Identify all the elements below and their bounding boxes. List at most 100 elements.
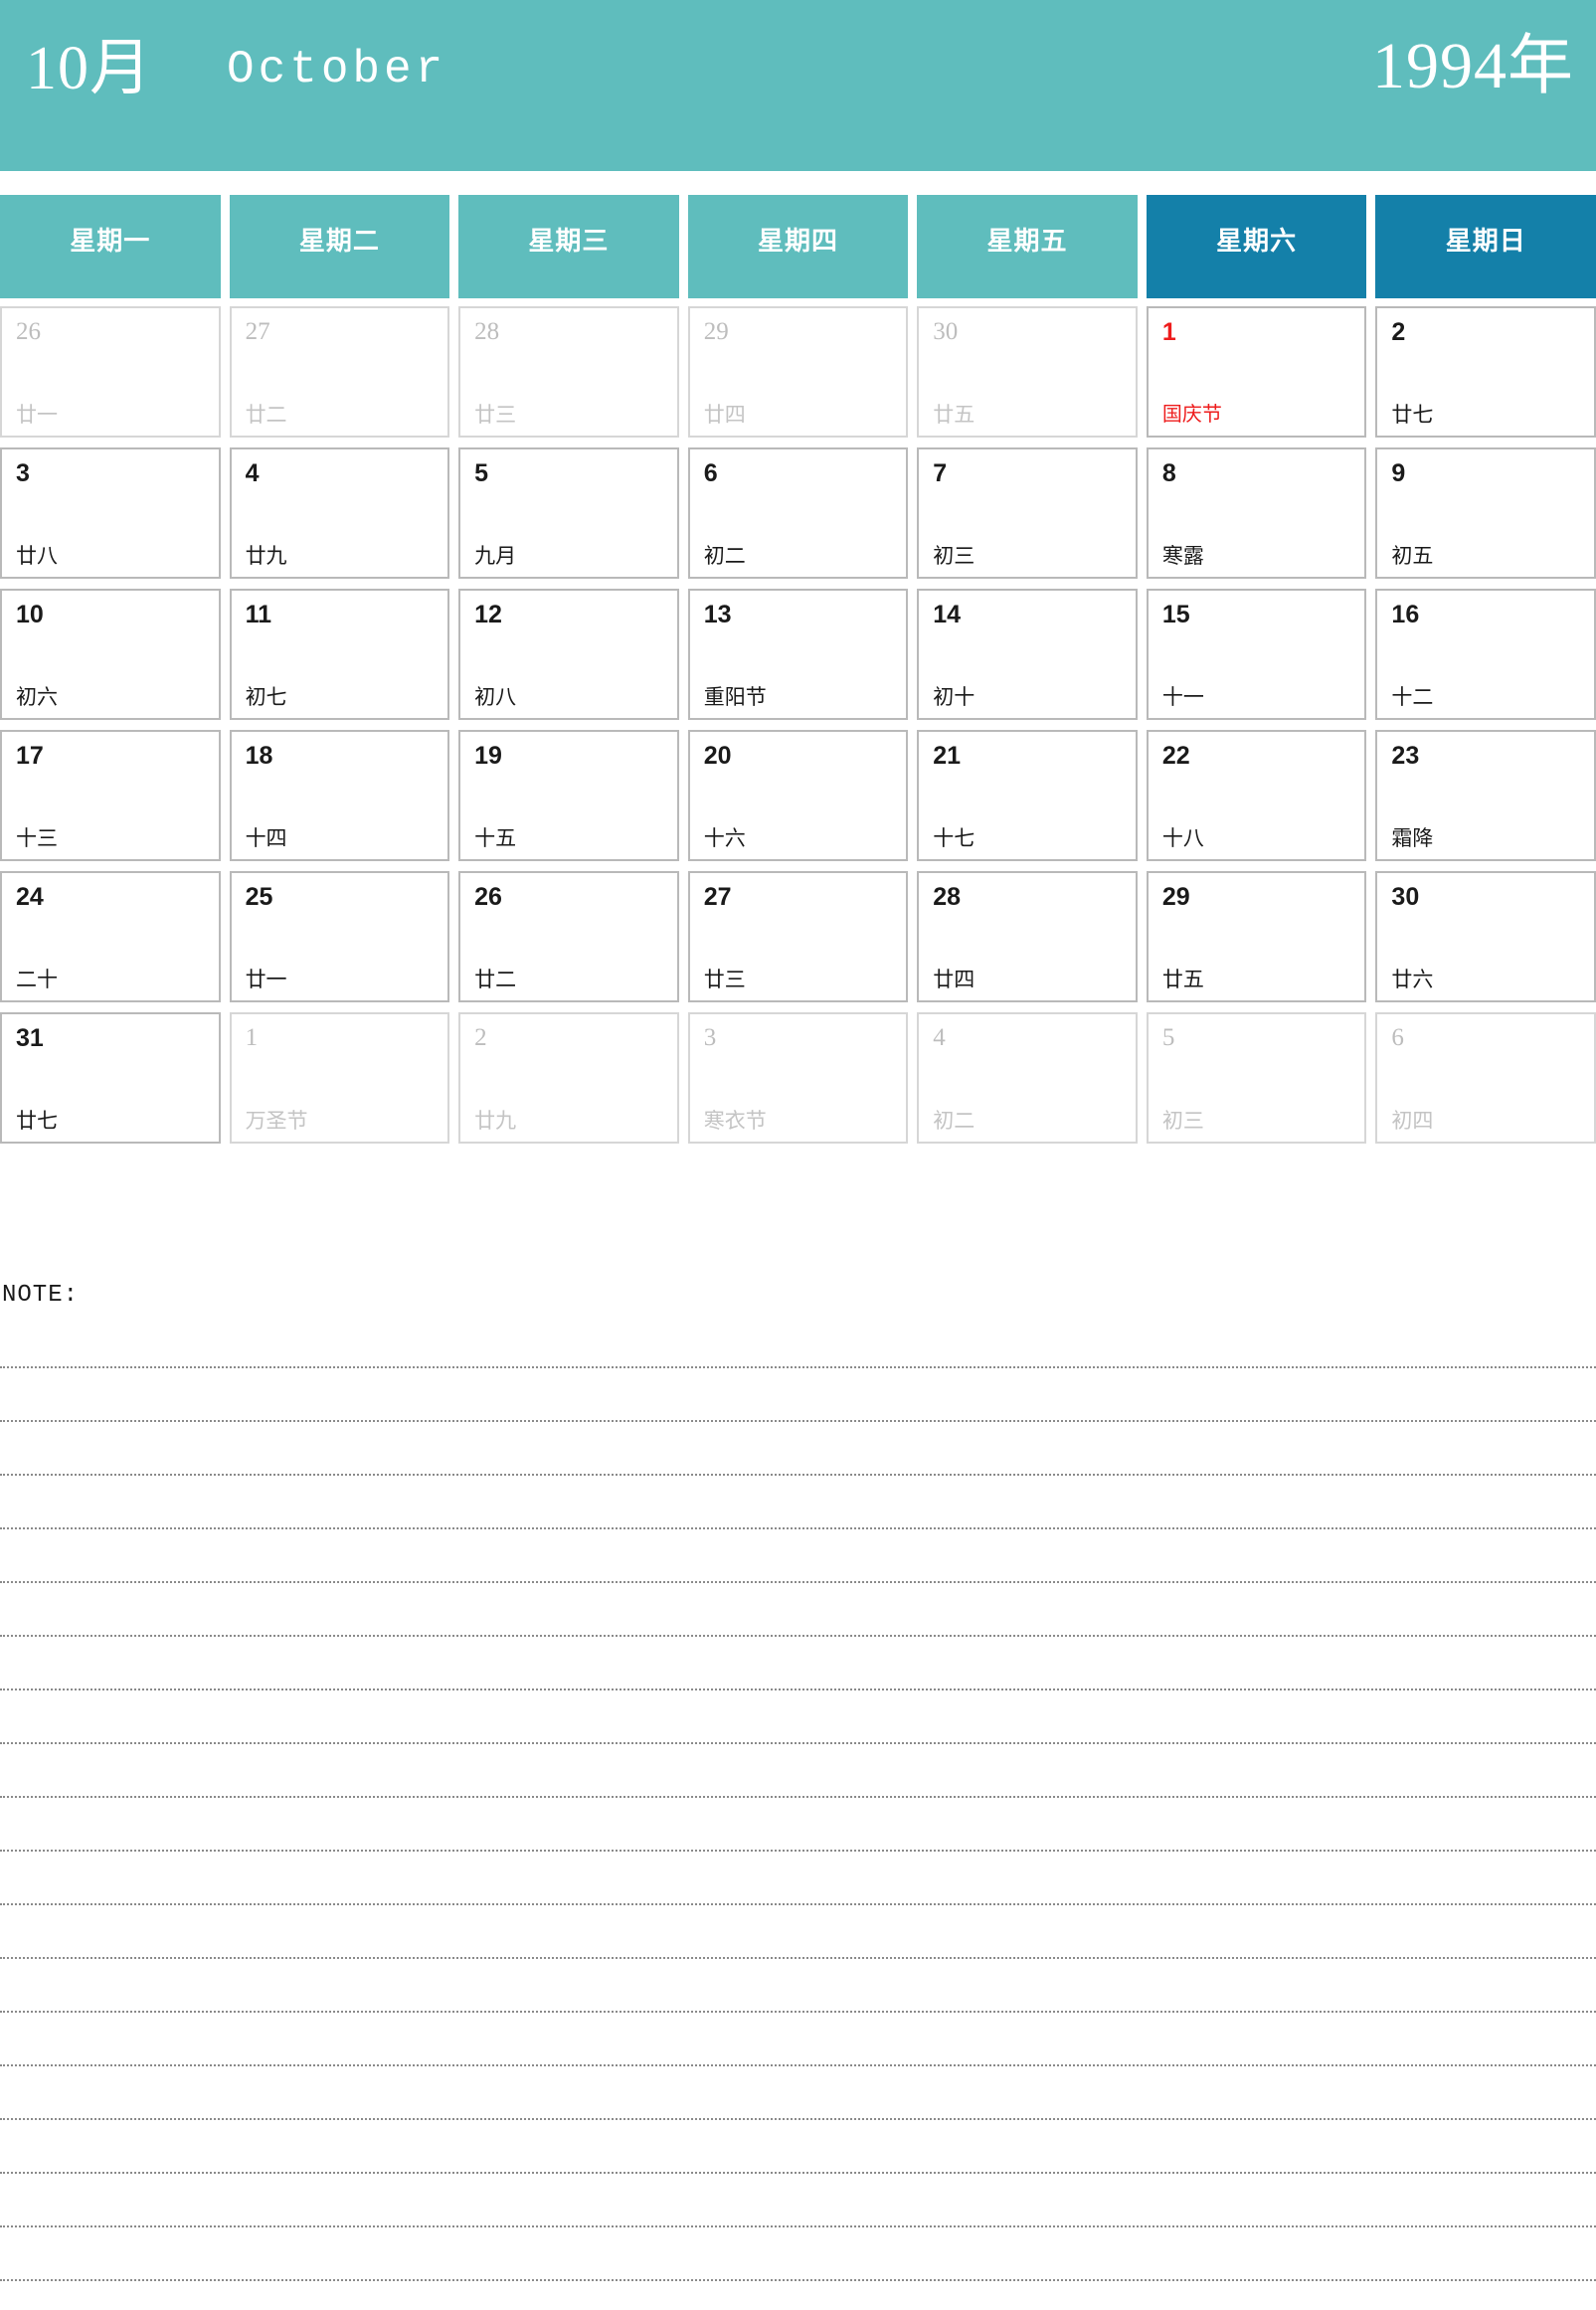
note-line[interactable] xyxy=(0,1905,1596,1959)
day-cell[interactable]: 6 初四 xyxy=(1375,1012,1596,1144)
day-number: 1 xyxy=(1161,318,1176,346)
day-lunar-label: 廿七 xyxy=(16,1109,58,1133)
day-number: 23 xyxy=(1391,742,1420,770)
day-cell[interactable]: 8 寒露 xyxy=(1146,447,1367,579)
note-line[interactable] xyxy=(0,2066,1596,2120)
note-line[interactable] xyxy=(0,2174,1596,2227)
day-lunar-label: 廿九 xyxy=(245,544,287,568)
note-line[interactable] xyxy=(0,1368,1596,1422)
day-lunar-label: 初七 xyxy=(245,685,287,709)
day-lunar-label: 廿三 xyxy=(474,403,517,427)
day-cell[interactable]: 9 初五 xyxy=(1375,447,1596,579)
note-lines[interactable] xyxy=(0,1315,1596,2310)
weekday-header-5: 星期五 xyxy=(917,195,1138,298)
day-number: 25 xyxy=(245,883,273,911)
day-cell[interactable]: 21 十七 xyxy=(917,730,1138,861)
day-lunar-label: 廿二 xyxy=(474,968,517,991)
note-line[interactable] xyxy=(0,2227,1596,2281)
day-number: 2 xyxy=(474,1024,487,1051)
day-number: 15 xyxy=(1161,601,1190,628)
day-cell[interactable]: 22 十八 xyxy=(1146,730,1367,861)
note-line[interactable] xyxy=(0,2281,1596,2310)
note-line[interactable] xyxy=(0,1315,1596,1368)
note-line[interactable] xyxy=(0,1852,1596,1905)
day-cell[interactable]: 5 九月 xyxy=(458,447,679,579)
weekday-header-7: 星期日 xyxy=(1375,195,1596,298)
day-cell[interactable]: 17 十三 xyxy=(0,730,221,861)
note-line[interactable] xyxy=(0,1583,1596,1637)
day-number: 26 xyxy=(16,318,41,345)
day-number: 27 xyxy=(245,318,270,345)
day-cell[interactable]: 28 廿四 xyxy=(917,871,1138,1002)
header-month-cn: 10月 xyxy=(26,35,153,102)
day-cell[interactable]: 27 廿三 xyxy=(687,871,909,1002)
day-cell[interactable]: 24 二十 xyxy=(0,871,221,1002)
day-cell[interactable]: 25 廿一 xyxy=(229,871,450,1002)
day-cell[interactable]: 30 廿五 xyxy=(917,306,1138,438)
day-cell[interactable]: 2 廿九 xyxy=(458,1012,679,1144)
day-lunar-label: 初三 xyxy=(933,544,975,568)
day-cell[interactable]: 27 廿二 xyxy=(229,306,450,438)
note-line[interactable] xyxy=(0,1959,1596,2013)
day-number: 10 xyxy=(16,601,44,628)
day-lunar-label: 廿七 xyxy=(1391,403,1434,427)
day-cell[interactable]: 10 初六 xyxy=(0,589,221,720)
day-cell[interactable]: 4 廿九 xyxy=(229,447,450,579)
day-cell[interactable]: 4 初二 xyxy=(917,1012,1138,1144)
day-number: 3 xyxy=(703,1024,717,1051)
day-cell[interactable]: 16 十二 xyxy=(1375,589,1596,720)
day-lunar-label: 十三 xyxy=(16,826,58,850)
note-line[interactable] xyxy=(0,1637,1596,1690)
day-cell[interactable]: 7 初三 xyxy=(917,447,1138,579)
day-cell[interactable]: 28 廿三 xyxy=(458,306,679,438)
day-cell[interactable]: 13 重阳节 xyxy=(687,589,909,720)
day-cell[interactable]: 29 廿五 xyxy=(1146,871,1367,1002)
day-cell[interactable]: 12 初八 xyxy=(458,589,679,720)
day-number: 6 xyxy=(703,459,718,487)
day-lunar-label: 初八 xyxy=(474,685,517,709)
day-cell[interactable]: 31 廿七 xyxy=(0,1012,221,1144)
day-number: 3 xyxy=(16,459,30,487)
day-number: 4 xyxy=(933,1024,946,1051)
day-number: 16 xyxy=(1391,601,1420,628)
note-line[interactable] xyxy=(0,1476,1596,1529)
day-cell[interactable]: 20 十六 xyxy=(687,730,909,861)
day-cell[interactable]: 6 初二 xyxy=(687,447,909,579)
day-lunar-label: 廿三 xyxy=(703,968,746,991)
note-line[interactable] xyxy=(0,1422,1596,1476)
day-lunar-label: 初二 xyxy=(703,544,746,568)
day-cell[interactable]: 18 十四 xyxy=(229,730,450,861)
note-line[interactable] xyxy=(0,1798,1596,1852)
day-cell[interactable]: 15 十一 xyxy=(1146,589,1367,720)
day-cell[interactable]: 1 万圣节 xyxy=(229,1012,450,1144)
day-number: 6 xyxy=(1391,1024,1404,1051)
day-cell[interactable]: 26 廿二 xyxy=(458,871,679,1002)
day-number: 8 xyxy=(1161,459,1176,487)
day-cell[interactable]: 19 十五 xyxy=(458,730,679,861)
day-cell[interactable]: 11 初七 xyxy=(229,589,450,720)
day-lunar-label: 万圣节 xyxy=(245,1109,308,1133)
note-line[interactable] xyxy=(0,1690,1596,1744)
day-cell[interactable]: 1 国庆节 xyxy=(1146,306,1367,438)
day-number: 14 xyxy=(933,601,962,628)
weekday-header-1: 星期一 xyxy=(0,195,221,298)
note-line[interactable] xyxy=(0,2013,1596,2066)
note-line[interactable] xyxy=(0,1744,1596,1798)
day-number: 12 xyxy=(474,601,502,628)
note-line[interactable] xyxy=(0,1529,1596,1583)
day-cell[interactable]: 30 廿六 xyxy=(1375,871,1596,1002)
day-cell[interactable]: 3 寒衣节 xyxy=(687,1012,909,1144)
day-number: 29 xyxy=(1161,883,1190,911)
note-line[interactable] xyxy=(0,2120,1596,2174)
day-cell[interactable]: 29 廿四 xyxy=(687,306,909,438)
header-year: 1994年 xyxy=(1372,30,1574,102)
day-lunar-label: 十二 xyxy=(1391,685,1434,709)
day-cell[interactable]: 26 廿一 xyxy=(0,306,221,438)
day-cell[interactable]: 3 廿八 xyxy=(0,447,221,579)
day-cell[interactable]: 14 初十 xyxy=(917,589,1138,720)
day-cell[interactable]: 23 霜降 xyxy=(1375,730,1596,861)
day-cell[interactable]: 5 初三 xyxy=(1146,1012,1367,1144)
day-cell[interactable]: 2 廿七 xyxy=(1375,306,1596,438)
day-number: 26 xyxy=(474,883,502,911)
day-lunar-label: 十四 xyxy=(245,826,287,850)
